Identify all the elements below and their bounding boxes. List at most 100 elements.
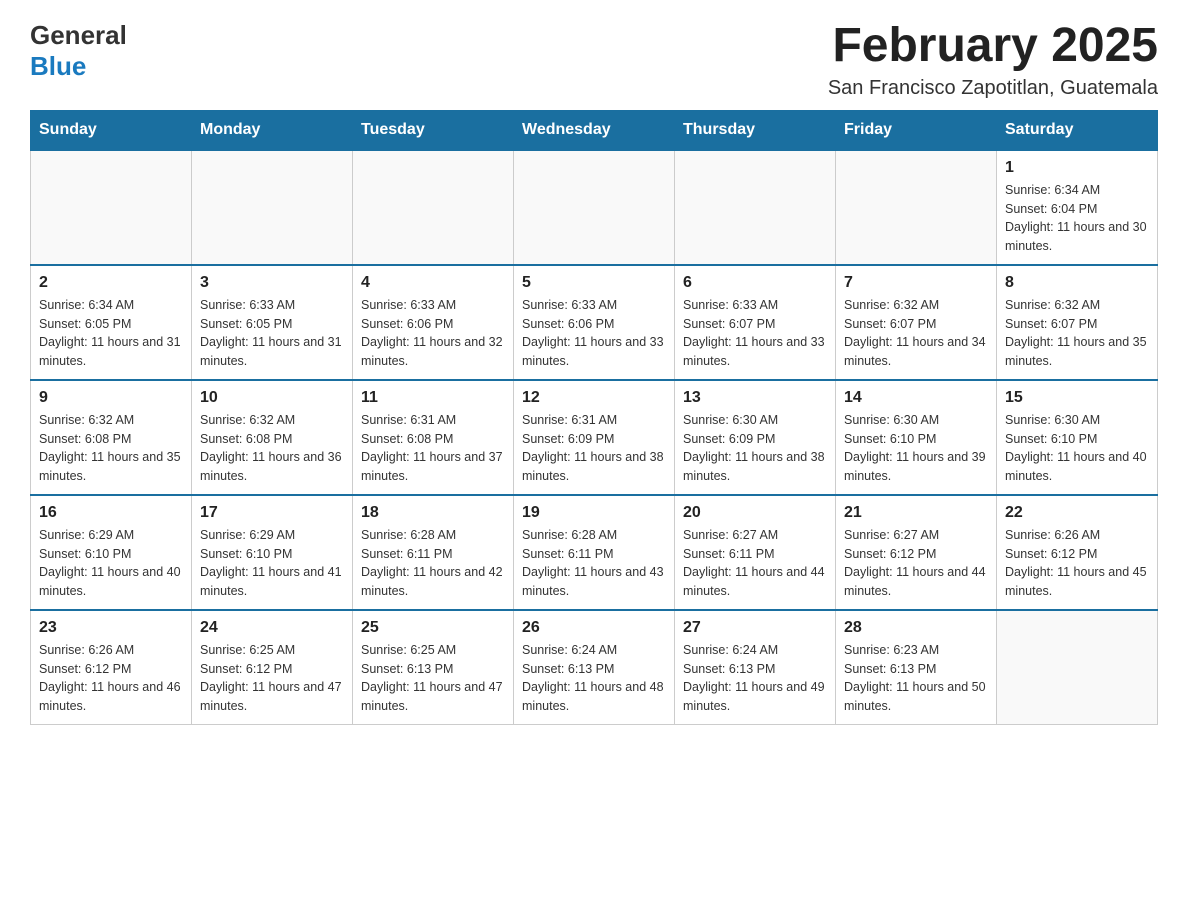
week-row-4: 16 Sunrise: 6:29 AMSunset: 6:10 PMDayligh… bbox=[31, 495, 1158, 610]
day-cell: 19 Sunrise: 6:28 AMSunset: 6:11 PMDayligh… bbox=[514, 495, 675, 610]
calendar-body: 1 Sunrise: 6:34 AMSunset: 6:04 PMDaylight… bbox=[31, 150, 1158, 725]
day-number: 14 bbox=[844, 389, 988, 407]
day-cell: 3 Sunrise: 6:33 AMSunset: 6:05 PMDaylight… bbox=[192, 265, 353, 380]
day-number: 25 bbox=[361, 619, 505, 637]
day-number: 28 bbox=[844, 619, 988, 637]
day-cell: 17 Sunrise: 6:29 AMSunset: 6:10 PMDayligh… bbox=[192, 495, 353, 610]
day-number: 16 bbox=[39, 504, 183, 522]
logo-blue-row: Blue bbox=[30, 51, 86, 82]
day-cell: 18 Sunrise: 6:28 AMSunset: 6:11 PMDayligh… bbox=[353, 495, 514, 610]
day-number: 21 bbox=[844, 504, 988, 522]
day-number: 8 bbox=[1005, 274, 1149, 292]
month-title: February 2025 bbox=[828, 20, 1158, 73]
day-number: 17 bbox=[200, 504, 344, 522]
week-row-5: 23Sunrise: 6:26 AMSunset: 6:12 PMDayligh… bbox=[31, 610, 1158, 725]
day-cell: 7Sunrise: 6:32 AMSunset: 6:07 PMDaylight… bbox=[836, 265, 997, 380]
day-info: Sunrise: 6:34 AMSunset: 6:04 PMDaylight:… bbox=[1005, 181, 1149, 256]
day-number: 13 bbox=[683, 389, 827, 407]
day-cell bbox=[31, 150, 192, 265]
day-info: Sunrise: 6:26 AMSunset: 6:12 PMDaylight:… bbox=[1005, 526, 1149, 601]
day-info: Sunrise: 6:26 AMSunset: 6:12 PMDaylight:… bbox=[39, 641, 183, 716]
header-day-wednesday: Wednesday bbox=[514, 110, 675, 150]
day-cell: 14 Sunrise: 6:30 AMSunset: 6:10 PMDayligh… bbox=[836, 380, 997, 495]
week-row-3: 9Sunrise: 6:32 AMSunset: 6:08 PMDaylight… bbox=[31, 380, 1158, 495]
header-day-saturday: Saturday bbox=[997, 110, 1158, 150]
day-cell: 24 Sunrise: 6:25 AMSunset: 6:12 PMDayligh… bbox=[192, 610, 353, 725]
day-cell: 21 Sunrise: 6:27 AMSunset: 6:12 PMDayligh… bbox=[836, 495, 997, 610]
day-number: 15 bbox=[1005, 389, 1149, 407]
day-info: Sunrise: 6:31 AMSunset: 6:08 PMDaylight:… bbox=[361, 411, 505, 486]
day-number: 19 bbox=[522, 504, 666, 522]
day-cell: 2 Sunrise: 6:34 AMSunset: 6:05 PMDaylight… bbox=[31, 265, 192, 380]
day-number: 10 bbox=[200, 389, 344, 407]
calendar-table: SundayMondayTuesdayWednesdayThursdayFrid… bbox=[30, 110, 1158, 725]
day-cell bbox=[997, 610, 1158, 725]
day-cell: 20Sunrise: 6:27 AMSunset: 6:11 PMDayligh… bbox=[675, 495, 836, 610]
location-title: San Francisco Zapotitlan, Guatemala bbox=[828, 77, 1158, 100]
day-cell bbox=[192, 150, 353, 265]
day-cell: 23Sunrise: 6:26 AMSunset: 6:12 PMDayligh… bbox=[31, 610, 192, 725]
day-cell: 8 Sunrise: 6:32 AMSunset: 6:07 PMDaylight… bbox=[997, 265, 1158, 380]
day-number: 3 bbox=[200, 274, 344, 292]
day-cell: 10Sunrise: 6:32 AMSunset: 6:08 PMDayligh… bbox=[192, 380, 353, 495]
day-number: 26 bbox=[522, 619, 666, 637]
day-number: 11 bbox=[361, 389, 505, 407]
day-info: Sunrise: 6:24 AMSunset: 6:13 PMDaylight:… bbox=[522, 641, 666, 716]
day-cell: 25 Sunrise: 6:25 AMSunset: 6:13 PMDayligh… bbox=[353, 610, 514, 725]
day-info: Sunrise: 6:29 AMSunset: 6:10 PMDaylight:… bbox=[200, 526, 344, 601]
day-info: Sunrise: 6:30 AMSunset: 6:09 PMDaylight:… bbox=[683, 411, 827, 486]
day-info: Sunrise: 6:32 AMSunset: 6:07 PMDaylight:… bbox=[1005, 296, 1149, 371]
day-cell: 27 Sunrise: 6:24 AMSunset: 6:13 PMDayligh… bbox=[675, 610, 836, 725]
day-cell: 15 Sunrise: 6:30 AMSunset: 6:10 PMDayligh… bbox=[997, 380, 1158, 495]
header-day-monday: Monday bbox=[192, 110, 353, 150]
day-cell bbox=[353, 150, 514, 265]
day-info: Sunrise: 6:30 AMSunset: 6:10 PMDaylight:… bbox=[1005, 411, 1149, 486]
day-cell: 5Sunrise: 6:33 AMSunset: 6:06 PMDaylight… bbox=[514, 265, 675, 380]
day-number: 20 bbox=[683, 504, 827, 522]
day-cell: 22Sunrise: 6:26 AMSunset: 6:12 PMDayligh… bbox=[997, 495, 1158, 610]
day-info: Sunrise: 6:33 AMSunset: 6:05 PMDaylight:… bbox=[200, 296, 344, 371]
logo-general: General bbox=[30, 20, 127, 51]
day-cell: 1 Sunrise: 6:34 AMSunset: 6:04 PMDaylight… bbox=[997, 150, 1158, 265]
day-number: 4 bbox=[361, 274, 505, 292]
logo: General Blue bbox=[30, 20, 127, 82]
day-info: Sunrise: 6:34 AMSunset: 6:05 PMDaylight:… bbox=[39, 296, 183, 371]
day-info: Sunrise: 6:27 AMSunset: 6:12 PMDaylight:… bbox=[844, 526, 988, 601]
day-info: Sunrise: 6:30 AMSunset: 6:10 PMDaylight:… bbox=[844, 411, 988, 486]
header-day-tuesday: Tuesday bbox=[353, 110, 514, 150]
day-cell: 6Sunrise: 6:33 AMSunset: 6:07 PMDaylight… bbox=[675, 265, 836, 380]
day-cell: 12Sunrise: 6:31 AMSunset: 6:09 PMDayligh… bbox=[514, 380, 675, 495]
day-number: 27 bbox=[683, 619, 827, 637]
day-number: 2 bbox=[39, 274, 183, 292]
header-day-sunday: Sunday bbox=[31, 110, 192, 150]
calendar-header: SundayMondayTuesdayWednesdayThursdayFrid… bbox=[31, 110, 1158, 150]
day-cell: 28 Sunrise: 6:23 AMSunset: 6:13 PMDayligh… bbox=[836, 610, 997, 725]
day-info: Sunrise: 6:33 AMSunset: 6:06 PMDaylight:… bbox=[361, 296, 505, 371]
page-header: General Blue February 2025 San Francisco… bbox=[30, 20, 1158, 100]
day-info: Sunrise: 6:25 AMSunset: 6:13 PMDaylight:… bbox=[361, 641, 505, 716]
day-info: Sunrise: 6:25 AMSunset: 6:12 PMDaylight:… bbox=[200, 641, 344, 716]
day-number: 12 bbox=[522, 389, 666, 407]
title-block: February 2025 San Francisco Zapotitlan, … bbox=[828, 20, 1158, 100]
day-info: Sunrise: 6:28 AMSunset: 6:11 PMDaylight:… bbox=[361, 526, 505, 601]
header-day-friday: Friday bbox=[836, 110, 997, 150]
day-number: 1 bbox=[1005, 159, 1149, 177]
day-cell: 11 Sunrise: 6:31 AMSunset: 6:08 PMDayligh… bbox=[353, 380, 514, 495]
day-cell: 26 Sunrise: 6:24 AMSunset: 6:13 PMDayligh… bbox=[514, 610, 675, 725]
day-info: Sunrise: 6:32 AMSunset: 6:08 PMDaylight:… bbox=[39, 411, 183, 486]
logo-blue: Blue bbox=[30, 51, 86, 81]
day-number: 5 bbox=[522, 274, 666, 292]
day-cell: 9Sunrise: 6:32 AMSunset: 6:08 PMDaylight… bbox=[31, 380, 192, 495]
header-row: SundayMondayTuesdayWednesdayThursdayFrid… bbox=[31, 110, 1158, 150]
day-info: Sunrise: 6:24 AMSunset: 6:13 PMDaylight:… bbox=[683, 641, 827, 716]
day-cell: 4 Sunrise: 6:33 AMSunset: 6:06 PMDaylight… bbox=[353, 265, 514, 380]
day-number: 18 bbox=[361, 504, 505, 522]
day-cell bbox=[514, 150, 675, 265]
day-cell: 16Sunrise: 6:29 AMSunset: 6:10 PMDayligh… bbox=[31, 495, 192, 610]
day-number: 24 bbox=[200, 619, 344, 637]
day-info: Sunrise: 6:28 AMSunset: 6:11 PMDaylight:… bbox=[522, 526, 666, 601]
day-info: Sunrise: 6:33 AMSunset: 6:07 PMDaylight:… bbox=[683, 296, 827, 371]
day-info: Sunrise: 6:32 AMSunset: 6:07 PMDaylight:… bbox=[844, 296, 988, 371]
day-info: Sunrise: 6:23 AMSunset: 6:13 PMDaylight:… bbox=[844, 641, 988, 716]
day-cell bbox=[675, 150, 836, 265]
